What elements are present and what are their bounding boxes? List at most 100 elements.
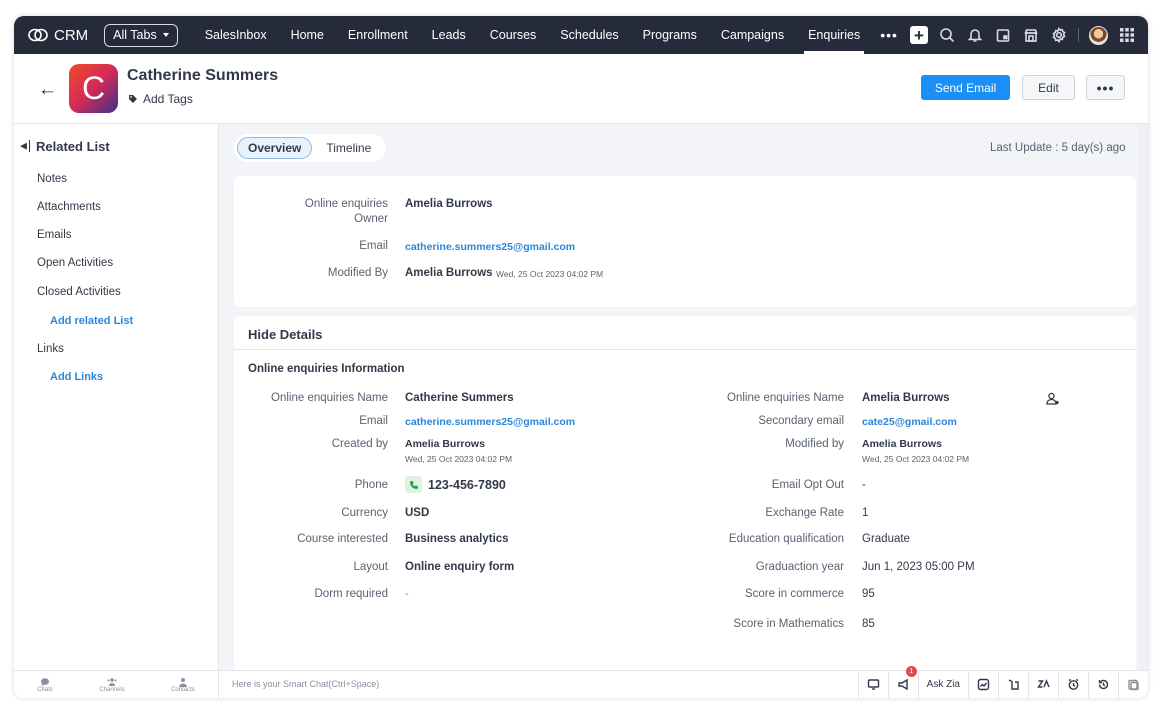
search-icon[interactable] [938, 26, 956, 44]
notes-button[interactable] [1118, 671, 1148, 698]
zia-button[interactable] [1028, 671, 1058, 698]
crm-logo-icon [28, 28, 48, 42]
field-value: Catherine Summers [405, 392, 514, 404]
tab-schedules[interactable]: Schedules [548, 16, 630, 54]
owner-label-line2: Owner [354, 213, 388, 225]
field-value[interactable]: Amelia Burrows [862, 437, 942, 452]
back-arrow-icon[interactable]: ← [38, 79, 57, 101]
tab-programs[interactable]: Programs [631, 16, 709, 54]
tab-enrollment[interactable]: Enrollment [336, 16, 420, 54]
phone-icon[interactable] [405, 476, 422, 493]
screen-share-button[interactable] [857, 671, 888, 698]
tab-overview[interactable]: Overview [237, 137, 313, 159]
announcements-button[interactable]: 1 [887, 666, 918, 698]
tab-leads[interactable]: Leads [420, 16, 478, 54]
email-label: Email [359, 240, 388, 252]
divider [234, 349, 1136, 350]
crm-logo[interactable]: CRM [28, 27, 88, 44]
sidebar-item-notes[interactable]: Notes [37, 173, 67, 185]
field-label: Online enquiries Name [271, 392, 388, 404]
tab-timeline[interactable]: Timeline [326, 141, 371, 155]
all-tabs-dropdown[interactable]: All Tabs [104, 23, 178, 47]
tray-button[interactable] [998, 671, 1028, 698]
phone-value[interactable]: 123-456-7890 [428, 478, 506, 493]
apps-grid-icon[interactable] [1118, 26, 1136, 44]
chats-button[interactable]: Chats [37, 677, 53, 693]
alarm-button[interactable] [1058, 671, 1088, 698]
send-email-button[interactable]: Send Email [921, 75, 1010, 100]
more-tabs-button[interactable]: ••• [872, 16, 906, 54]
history-button[interactable] [1088, 671, 1118, 698]
secondary-email-link[interactable]: cate25@gmail.com [862, 415, 957, 430]
tab-courses[interactable]: Courses [478, 16, 549, 54]
field-label: Graduaction year [755, 561, 844, 573]
field-value: Online enquiry form [405, 561, 515, 573]
contact-person-icon [178, 677, 187, 687]
record-name: Catherine Summers [127, 67, 279, 84]
owner-value[interactable]: Amelia Burrows [405, 197, 493, 212]
megaphone-icon [897, 678, 908, 691]
field-value: Graduate [862, 533, 910, 545]
alarm-clock-icon [1068, 678, 1079, 690]
tab-enquiries[interactable]: Enquiries [796, 16, 872, 54]
section-title: Online enquiries Information [248, 363, 405, 375]
field-value: - [405, 588, 409, 600]
hide-details-toggle[interactable]: Hide Details [248, 327, 322, 342]
field-label: Email [359, 415, 388, 427]
related-list-title: Related List [36, 139, 110, 154]
sidebar-item-links[interactable]: Links [37, 343, 64, 355]
tab-campaigns[interactable]: Campaigns [709, 16, 796, 54]
vertical-scrollbar[interactable] [1138, 124, 1148, 670]
sidebar-item-closed-activities[interactable]: Closed Activities [37, 286, 121, 298]
modified-by-value[interactable]: Amelia Burrows [405, 266, 493, 281]
sidebar-item-open-activities[interactable]: Open Activities [37, 257, 113, 269]
field-value[interactable]: Amelia Burrows [405, 437, 485, 452]
zia-icon [1037, 679, 1050, 688]
user-avatar[interactable] [1089, 25, 1108, 45]
smart-chat-input[interactable]: Here is your Smart Chat(Ctrl+Space) [232, 679, 379, 689]
more-actions-button[interactable]: ••• [1086, 75, 1125, 100]
tab-salesinbox[interactable]: SalesInbox [193, 16, 279, 54]
top-icons: + [910, 25, 1136, 45]
history-icon [1098, 679, 1109, 690]
add-links-link[interactable]: Add Links [50, 371, 103, 383]
ask-zia-button[interactable]: Ask Zia [917, 671, 968, 698]
sidebar-item-emails[interactable]: Emails [37, 229, 72, 241]
all-tabs-label: All Tabs [113, 28, 157, 42]
details-card: Hide Details Online enquiries Informatio… [234, 316, 1136, 676]
channels-button[interactable]: Channels [99, 677, 125, 693]
marketplace-icon[interactable] [1022, 26, 1040, 44]
chart-spark-icon [977, 678, 990, 691]
notes-stack-icon [1128, 679, 1139, 691]
analytics-button[interactable] [968, 671, 998, 698]
change-owner-icon[interactable] [1046, 392, 1059, 405]
created-time: Wed, 25 Oct 2023 04:02 PM [405, 454, 513, 464]
add-tags-button[interactable]: Add Tags [128, 92, 193, 106]
gear-icon[interactable] [1050, 26, 1068, 44]
channels-icon [107, 677, 117, 686]
collapse-sidebar-icon[interactable]: ◀ [20, 140, 30, 152]
add-related-list-link[interactable]: Add related List [50, 315, 133, 327]
sidebar-item-attachments[interactable]: Attachments [37, 201, 101, 213]
email-value[interactable]: catherine.summers25@gmail.com [405, 240, 575, 255]
edit-button[interactable]: Edit [1022, 75, 1075, 100]
email-link[interactable]: catherine.summers25@gmail.com [405, 415, 575, 430]
overview-card: Online enquiries Owner Amelia Burrows Em… [234, 176, 1136, 307]
contacts-button[interactable]: Contacts [171, 677, 195, 693]
owner-label-line1: Online enquiries [304, 198, 388, 210]
divider [1078, 28, 1079, 42]
tray-icon [1008, 679, 1019, 690]
chats-label: Chats [37, 686, 53, 693]
module-tabs: SalesInbox Home Enrollment Leads Courses… [193, 16, 906, 54]
field-label: Dorm required [314, 588, 389, 600]
bell-icon[interactable] [966, 26, 984, 44]
field-label: Education qualification [728, 533, 844, 545]
plus-icon[interactable]: + [910, 26, 928, 44]
field-value[interactable]: Amelia Burrows [862, 391, 950, 406]
field-label: Score in Mathematics [733, 618, 844, 630]
tab-home[interactable]: Home [279, 16, 336, 54]
chat-shortcuts: Chats Channels Contacts [14, 671, 219, 698]
calendar-icon[interactable] [994, 26, 1012, 44]
field-label: Exchange Rate [765, 507, 844, 519]
last-update-text: Last Update : 5 day(s) ago [990, 142, 1126, 154]
